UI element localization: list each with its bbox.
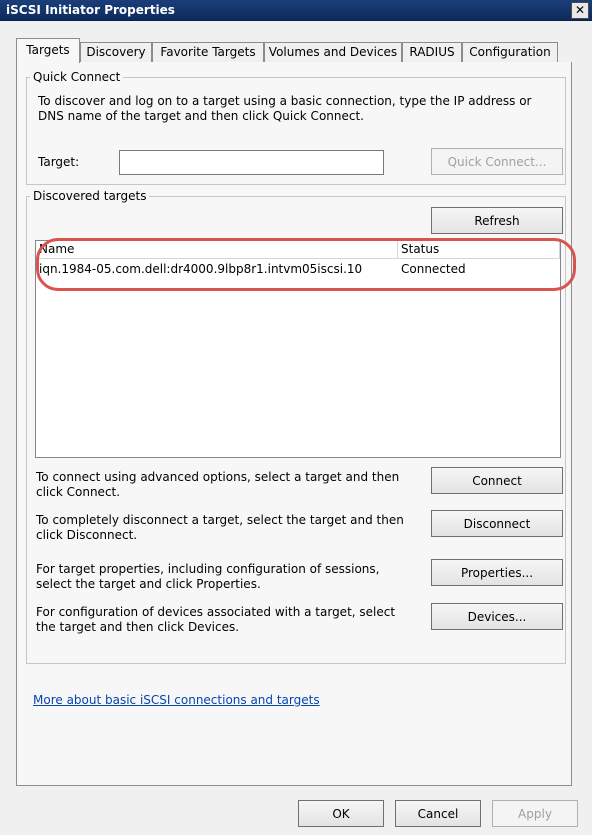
help-link[interactable]: More about basic iSCSI connections and t… [33, 693, 320, 708]
column-header-name[interactable]: Name [36, 241, 398, 259]
column-header-status[interactable]: Status [398, 241, 560, 259]
tab-volumes-and-devices[interactable]: Volumes and Devices [264, 42, 402, 62]
discovered-targets-group-label: Discovered targets [30, 189, 150, 204]
disconnect-button[interactable]: Disconnect [431, 510, 563, 537]
quick-connect-description: To discover and log on to a target using… [38, 94, 532, 123]
devices-button[interactable]: Devices... [431, 603, 563, 630]
disconnect-description: To completely disconnect a target, selec… [36, 513, 404, 542]
window-title: iSCSI Initiator Properties [6, 3, 175, 17]
refresh-button[interactable]: Refresh [431, 207, 563, 234]
quick-connect-group-label: Quick Connect [30, 70, 124, 85]
tab-targets[interactable]: Targets [16, 38, 80, 63]
devices-description: For configuration of devices associated … [36, 605, 396, 634]
target-status-cell: Connected [401, 262, 466, 276]
target-label: Target: [38, 155, 80, 169]
connect-description: To connect using advanced options, selec… [36, 470, 400, 499]
properties-description: For target properties, including configu… [36, 562, 380, 591]
tab-discovery[interactable]: Discovery [80, 42, 152, 62]
target-input[interactable] [119, 150, 384, 175]
target-name-cell: iqn.1984-05.com.dell:dr4000.9lbp8r1.intv… [39, 262, 363, 276]
quick-connect-button[interactable]: Quick Connect... [431, 148, 563, 175]
properties-button[interactable]: Properties... [431, 559, 563, 586]
connect-button[interactable]: Connect [431, 467, 563, 494]
ok-button[interactable]: OK [298, 800, 384, 827]
iscsi-initiator-properties-window: iSCSI Initiator Properties ✕ Targets Dis… [0, 0, 592, 835]
cancel-button[interactable]: Cancel [395, 800, 481, 827]
tab-configuration[interactable]: Configuration [462, 42, 558, 62]
discovered-targets-list[interactable]: Name Status iqn.1984-05.com.dell:dr4000.… [35, 240, 561, 458]
apply-button[interactable]: Apply [492, 800, 578, 827]
table-row[interactable]: iqn.1984-05.com.dell:dr4000.9lbp8r1.intv… [36, 261, 560, 279]
close-icon: ✕ [574, 3, 586, 17]
tab-radius[interactable]: RADIUS [402, 42, 462, 62]
title-bar[interactable]: iSCSI Initiator Properties ✕ [0, 0, 592, 21]
close-button[interactable]: ✕ [571, 2, 589, 19]
tab-favorite-targets[interactable]: Favorite Targets [152, 42, 264, 62]
